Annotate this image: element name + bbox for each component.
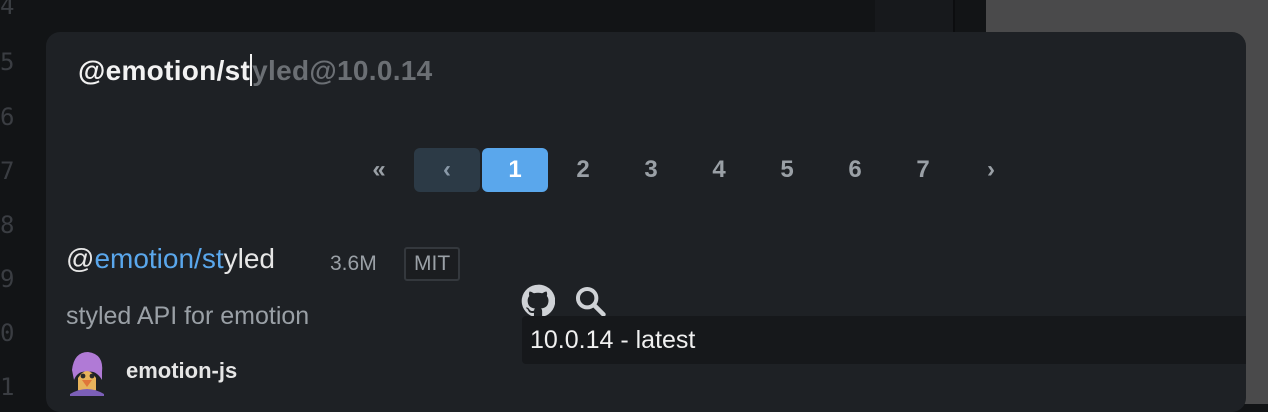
- previous-page-button[interactable]: ‹: [414, 148, 480, 192]
- page-button-7[interactable]: 7: [890, 148, 956, 192]
- author-avatar: [70, 352, 104, 396]
- search-autocomplete-suggestion: yled@10.0.14: [252, 55, 433, 86]
- search-icon[interactable]: [573, 284, 607, 318]
- version-label: 10.0.14 - latest: [530, 325, 696, 354]
- search-typed-text: @emotion/st: [78, 55, 251, 86]
- line-number: 9: [0, 265, 15, 293]
- page-button-4[interactable]: 4: [686, 148, 752, 192]
- line-number: 5: [0, 48, 15, 76]
- package-description: styled API for emotion: [66, 302, 310, 330]
- package-name-match: emotion/st: [94, 243, 224, 274]
- page-button-3[interactable]: 3: [618, 148, 684, 192]
- line-number: 7: [0, 157, 15, 185]
- license-badge: MIT: [404, 247, 461, 281]
- first-page-button[interactable]: «: [346, 148, 412, 192]
- page-button-1[interactable]: 1: [482, 148, 548, 192]
- line-number: 8: [0, 211, 15, 239]
- line-number: 0: [0, 319, 15, 347]
- version-select[interactable]: 10.0.14 - latest: [522, 316, 1246, 364]
- package-name-link[interactable]: @emotion/styled: [66, 243, 275, 275]
- package-name-rest: yled: [223, 243, 275, 274]
- line-number: 4: [0, 0, 15, 20]
- github-icon[interactable]: [521, 284, 555, 318]
- next-page-button[interactable]: ›: [958, 148, 1024, 192]
- line-number: 1: [0, 373, 15, 401]
- line-number: 6: [0, 103, 15, 131]
- page-button-6[interactable]: 6: [822, 148, 888, 192]
- package-size: 3.6M: [330, 252, 377, 275]
- package-name-prefix: @: [66, 243, 95, 274]
- author-name[interactable]: emotion-js: [126, 358, 237, 384]
- search-input[interactable]: @emotion/styled@10.0.14: [78, 54, 433, 87]
- page-button-5[interactable]: 5: [754, 148, 820, 192]
- line-number-gutter: 4 5 6 7 8 9 0 1: [0, 0, 40, 404]
- page-button-2[interactable]: 2: [550, 148, 616, 192]
